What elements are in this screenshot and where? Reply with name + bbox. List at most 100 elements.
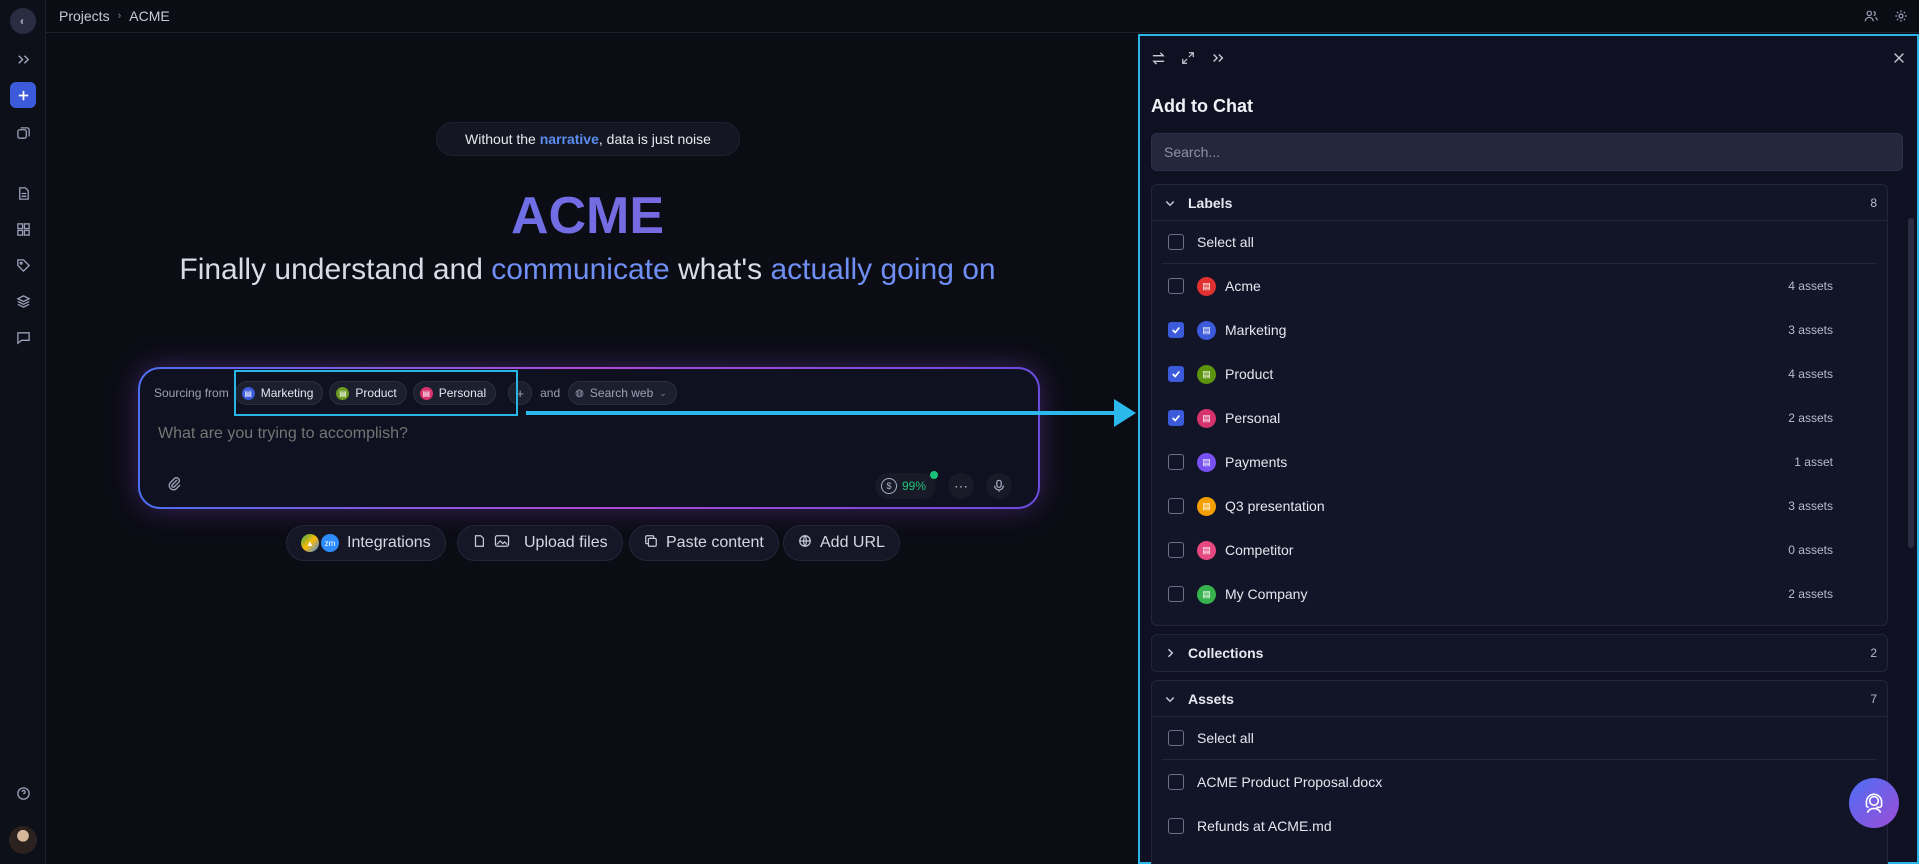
- label-row-my-company[interactable]: ▤ My Company 2 assets: [1152, 572, 1887, 616]
- label-row-competitor[interactable]: ▤ Competitor 0 assets: [1152, 528, 1887, 572]
- annotation-arrow-head: [1114, 399, 1136, 427]
- labels-section: Labels 8 Select all ▤ Acme 4 assets ▤ Market…: [1151, 184, 1888, 626]
- subtitle-part-1: Finally understand and: [179, 253, 492, 286]
- subtitle-part-4: actually going on: [770, 253, 996, 286]
- add-url-button[interactable]: Add URL: [783, 525, 900, 561]
- label-row-product[interactable]: ▤ Product 4 assets: [1152, 352, 1887, 396]
- users-icon[interactable]: [1863, 8, 1879, 24]
- chevron-down-icon: [1164, 693, 1178, 705]
- label-icon: ▤: [1197, 320, 1216, 340]
- status-dot: [930, 471, 938, 479]
- hero-subtitle: Finally understand and communicate what'…: [0, 253, 1175, 287]
- labels-count: 8: [1870, 195, 1877, 210]
- asset-row[interactable]: ACME Product Proposal.docx: [1152, 760, 1887, 804]
- prompt-input[interactable]: [158, 425, 978, 443]
- copy-icon: [644, 534, 658, 553]
- label-checkbox[interactable]: [1168, 322, 1184, 338]
- label-asset-count: 0 assets: [1788, 543, 1833, 557]
- chevron-down-icon: ⌄: [659, 387, 667, 398]
- more-options-icon[interactable]: ⋯: [948, 473, 974, 499]
- layers-icon[interactable]: [10, 288, 36, 314]
- label-checkbox[interactable]: [1168, 586, 1184, 602]
- support-agent-button[interactable]: [1849, 778, 1899, 828]
- dollar-coin-icon: $: [880, 478, 897, 494]
- collections-title: Collections: [1188, 645, 1264, 661]
- collections-section-header[interactable]: Collections 2: [1152, 635, 1887, 671]
- messages-icon[interactable]: [10, 324, 36, 350]
- new-chat-button[interactable]: [10, 82, 36, 108]
- close-icon[interactable]: [1891, 50, 1907, 66]
- label-icon: ▤: [1197, 364, 1216, 384]
- microphone-icon[interactable]: [986, 473, 1012, 499]
- prompt-toolbar: $ 99% ⋯: [152, 471, 1026, 499]
- label-name: Acme: [1225, 278, 1261, 294]
- labels-section-header[interactable]: Labels 8: [1152, 185, 1887, 221]
- assets-select-all[interactable]: Select all: [1152, 717, 1887, 759]
- asset-name: ACME Product Proposal.docx: [1197, 774, 1383, 790]
- label-name: Payments: [1225, 454, 1288, 470]
- label-name: Product: [1225, 366, 1274, 382]
- search-web-toggle[interactable]: ◍ Search web ⌄: [568, 381, 677, 405]
- chevron-down-icon: [1164, 197, 1178, 209]
- label-checkbox[interactable]: [1168, 454, 1184, 470]
- avatar[interactable]: [9, 826, 37, 854]
- label-asset-count: 4 assets: [1788, 279, 1833, 293]
- credit-indicator[interactable]: $ 99%: [874, 471, 938, 499]
- google-drive-icon: ▲: [301, 534, 319, 552]
- label-icon: ▤: [1197, 276, 1216, 296]
- expand-icon[interactable]: [1180, 50, 1196, 66]
- credit-value: 99%: [901, 479, 926, 493]
- label-row-personal[interactable]: ▤ Personal 2 assets: [1152, 396, 1887, 440]
- top-bar: Projects › ACME: [46, 0, 1919, 33]
- label-row-marketing[interactable]: ▤ Marketing 3 assets: [1152, 308, 1887, 352]
- labels-title: Labels: [1188, 194, 1233, 211]
- tagline-prefix: Without the: [465, 131, 540, 147]
- attach-paperclip-icon[interactable]: [166, 475, 182, 496]
- add-to-chat-panel: Add to Chat Labels 8 Select all ▤ Acme 4 a…: [1138, 34, 1919, 864]
- panel-scrollbar[interactable]: [1908, 218, 1914, 548]
- asset-checkbox[interactable]: [1168, 818, 1184, 834]
- assets-section-header[interactable]: Assets 7: [1152, 681, 1887, 717]
- label-checkbox[interactable]: [1168, 366, 1184, 382]
- label-row-q3-presentation[interactable]: ▤ Q3 presentation 3 assets: [1152, 484, 1887, 528]
- breadcrumb-projects[interactable]: Projects: [59, 8, 110, 24]
- help-icon[interactable]: [10, 780, 36, 806]
- page-title: ACME: [0, 186, 1175, 246]
- tagline-pill: Without the narrative, data is just nois…: [436, 122, 740, 156]
- assets-title: Assets: [1188, 690, 1234, 707]
- upload-files-button[interactable]: Upload files: [457, 525, 623, 561]
- search-input[interactable]: [1151, 133, 1903, 171]
- swap-icon[interactable]: [1150, 50, 1166, 66]
- select-all-label: Select all: [1197, 234, 1254, 250]
- asset-row[interactable]: Refunds at ACME.md: [1152, 804, 1887, 848]
- label-checkbox[interactable]: [1168, 278, 1184, 294]
- and-label: and: [540, 386, 561, 400]
- label-asset-count: 1 asset: [1794, 455, 1833, 469]
- chats-icon[interactable]: [10, 120, 36, 146]
- label-icon: ▤: [1197, 408, 1216, 428]
- paste-content-button[interactable]: Paste content: [629, 525, 779, 561]
- expand-sidebar-icon[interactable]: [10, 46, 36, 72]
- asset-checkbox[interactable]: [1168, 774, 1184, 790]
- label-row-acme[interactable]: ▤ Acme 4 assets: [1152, 264, 1887, 308]
- label-name: My Company: [1225, 586, 1308, 602]
- label-asset-count: 3 assets: [1788, 323, 1833, 337]
- labels-select-all[interactable]: Select all: [1152, 221, 1887, 263]
- label-checkbox[interactable]: [1168, 542, 1184, 558]
- collapse-panel-icon[interactable]: [1210, 50, 1226, 66]
- select-all-checkbox[interactable]: [1168, 234, 1184, 250]
- integrations-button[interactable]: ▲ zm Integrations: [286, 525, 446, 561]
- label-checkbox[interactable]: [1168, 410, 1184, 426]
- app-logo-icon[interactable]: ◐: [10, 8, 36, 34]
- settings-gear-icon[interactable]: [1893, 8, 1909, 24]
- tagline-suffix: , data is just noise: [598, 131, 711, 147]
- label-row-payments[interactable]: ▤ Payments 1 asset: [1152, 440, 1887, 484]
- select-all-checkbox[interactable]: [1168, 730, 1184, 746]
- label-name: Marketing: [1225, 322, 1287, 338]
- panel-title: Add to Chat: [1151, 96, 1253, 116]
- subtitle-part-3: what's: [669, 253, 771, 286]
- label-checkbox[interactable]: [1168, 498, 1184, 514]
- label-name: Q3 presentation: [1225, 498, 1325, 514]
- globe-icon: ◍: [575, 387, 584, 399]
- paste-content-label: Paste content: [666, 534, 764, 551]
